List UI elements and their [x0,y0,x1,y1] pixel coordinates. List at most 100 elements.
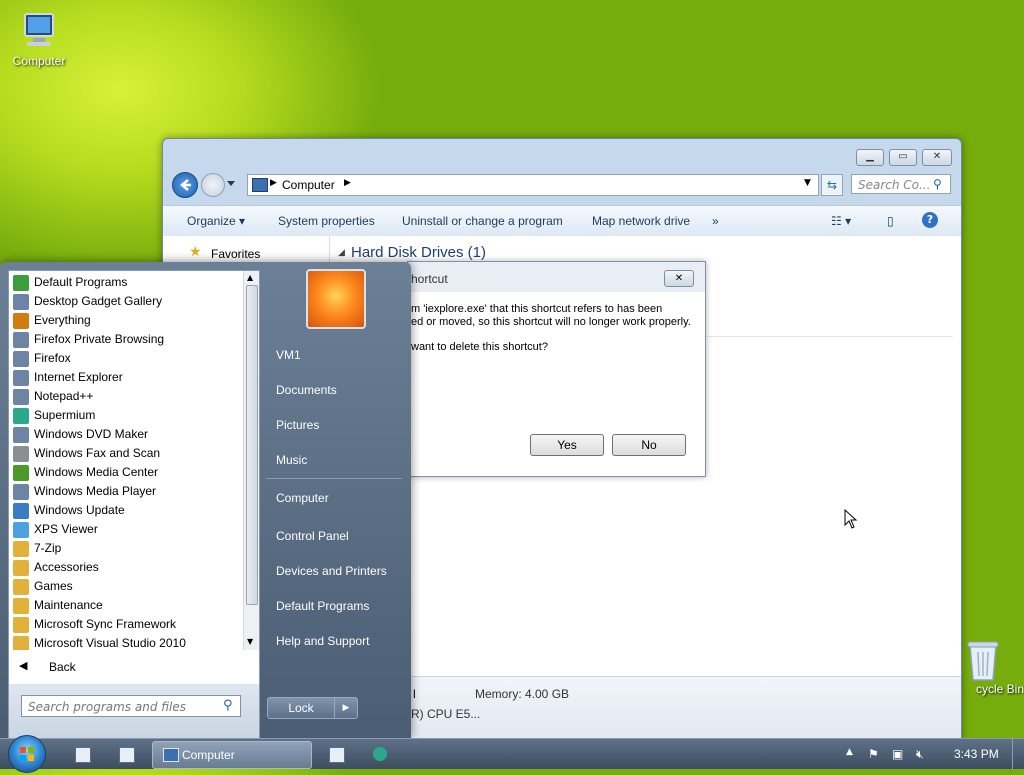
right-item-user[interactable]: VM1 [276,348,301,362]
program-item[interactable]: Notepad++ [13,387,243,406]
program-item[interactable]: Windows Media Player [13,482,243,501]
program-label: Firefox [34,351,71,365]
right-item-pictures[interactable]: Pictures [276,418,319,432]
section-header[interactable]: Hard Disk Drives (1) [351,244,486,261]
program-item[interactable]: Default Programs [13,273,243,292]
update-icon [13,502,29,519]
network-icon[interactable]: ▣ [892,747,906,761]
show-hidden-icons[interactable]: ▲ [846,747,860,761]
program-list-scrollbar[interactable]: ▲ ▼ [243,271,259,651]
scroll-up-icon[interactable]: ▲ [247,273,253,282]
back-button[interactable] [172,172,198,198]
back-row[interactable]: ◀ Back [8,650,260,685]
cpu-label: R) CPU E5... [411,707,481,721]
map-drive-button[interactable]: Map network drive [592,214,690,228]
program-item[interactable]: Windows Fax and Scan [13,444,243,463]
program-item[interactable]: Maintenance [13,596,243,615]
right-item-documents[interactable]: Documents [276,383,337,397]
refresh-button[interactable]: ⇆ [821,174,843,196]
desktop-icon-recycle-bin[interactable]: cycle Bin [952,638,1024,696]
scroll-down-icon[interactable]: ▼ [247,637,253,646]
action-center-flag-icon[interactable]: ⚑ [868,747,882,761]
program-label: Microsoft Visual Studio 2010 [34,636,186,650]
taskbar-explorer-button[interactable]: Computer [152,741,312,769]
recent-pages-dropdown[interactable] [227,181,235,186]
taskbar-supermium[interactable] [362,742,398,766]
right-item-computer[interactable]: Computer [276,491,329,505]
close-button[interactable]: ✕ [922,149,952,166]
program-item[interactable]: Firefox [13,349,243,368]
uninstall-button[interactable]: Uninstall or change a program [402,214,563,228]
desktop-icon-computer[interactable]: Computer [4,10,74,68]
right-item-default-programs[interactable]: Default Programs [276,599,369,613]
chevron-right-icon[interactable]: ▶ [344,178,351,188]
search-icon[interactable]: ⚲ [933,177,942,191]
dialog-close-button[interactable]: ✕ [664,270,694,287]
supermium-icon [13,407,29,424]
lock-button[interactable]: Lock [267,697,335,719]
program-label: Everything [34,313,91,327]
organize-button[interactable]: Organize ▾ [187,214,245,228]
chevron-right-icon[interactable]: ▶ [270,178,277,188]
shutdown-options-button[interactable]: ▶ [334,697,358,719]
show-desktop-button[interactable] [1012,739,1024,769]
clock[interactable]: 3:43 PM [954,747,999,761]
help-icon[interactable]: ? [922,212,938,228]
computer-small-icon [252,178,268,192]
program-item[interactable]: Supermium [13,406,243,425]
no-button[interactable]: No [612,434,686,456]
user-picture[interactable] [306,269,366,329]
program-item[interactable]: 7-Zip [13,539,243,558]
collapse-triangle-icon[interactable]: ◢ [338,248,345,258]
program-item[interactable]: XPS Viewer [13,520,243,539]
start-search-area: Search programs and files ⚲ [8,684,260,739]
program-item[interactable]: Windows Media Center [13,463,243,482]
program-label: Supermium [34,408,96,422]
program-item[interactable]: Everything [13,311,243,330]
magnifier-icon [13,312,29,329]
yes-button[interactable]: Yes [530,434,604,456]
right-item-music[interactable]: Music [276,453,307,467]
program-item[interactable]: Accessories [13,558,243,577]
minimize-button[interactable]: ▁ [856,149,884,166]
program-item[interactable]: Internet Explorer [13,368,243,387]
forward-button[interactable] [201,173,225,197]
views-icon[interactable]: ☷ ▾ [831,214,851,228]
taskbar-app-2[interactable] [108,742,144,766]
delete-shortcut-dialog: hortcut ✕ m 'iexplore.exe' that this sho… [407,261,706,477]
program-label: Windows Media Player [34,484,157,498]
program-item[interactable]: Windows Update [13,501,243,520]
right-item-help-support[interactable]: Help and Support [276,634,369,648]
app-icon [119,747,135,763]
gadget-icon [13,293,29,310]
program-label: Windows DVD Maker [34,427,149,441]
program-item[interactable]: Windows DVD Maker [13,425,243,444]
folder-icon [13,540,29,557]
volume-muted-icon[interactable]: 🔇︎ [916,747,930,761]
right-item-devices-printers[interactable]: Devices and Printers [276,564,387,578]
start-button[interactable] [8,735,46,773]
taskbar-app-3[interactable] [318,742,354,766]
system-properties-button[interactable]: System properties [278,214,375,228]
taskbar-app-1[interactable] [64,742,100,766]
computer-icon [19,10,59,50]
preview-pane-icon[interactable]: ▯ [887,214,894,228]
nav-favorites[interactable]: Favorites [211,247,260,261]
more-commands-button[interactable]: » [712,214,719,228]
default-programs-icon [13,274,29,291]
program-item[interactable]: Firefox Private Browsing [13,330,243,349]
scroll-thumb[interactable] [246,285,258,605]
address-dropdown-icon[interactable]: ▼ [804,178,811,188]
program-label: Notepad++ [34,389,94,403]
program-item[interactable]: Desktop Gadget Gallery [13,292,243,311]
start-search-input[interactable]: Search programs and files [21,695,241,717]
program-item[interactable]: Games [13,577,243,596]
app-icon [13,331,29,348]
maximize-button[interactable]: ▭ [889,149,917,166]
right-item-control-panel[interactable]: Control Panel [276,529,349,543]
program-item[interactable]: Microsoft Sync Framework [13,615,243,634]
address-bar[interactable]: ▶ Computer ▶ ▼ [247,174,819,196]
breadcrumb-computer[interactable]: Computer [282,178,335,192]
app-icon [13,369,29,386]
fax-icon [13,445,29,462]
